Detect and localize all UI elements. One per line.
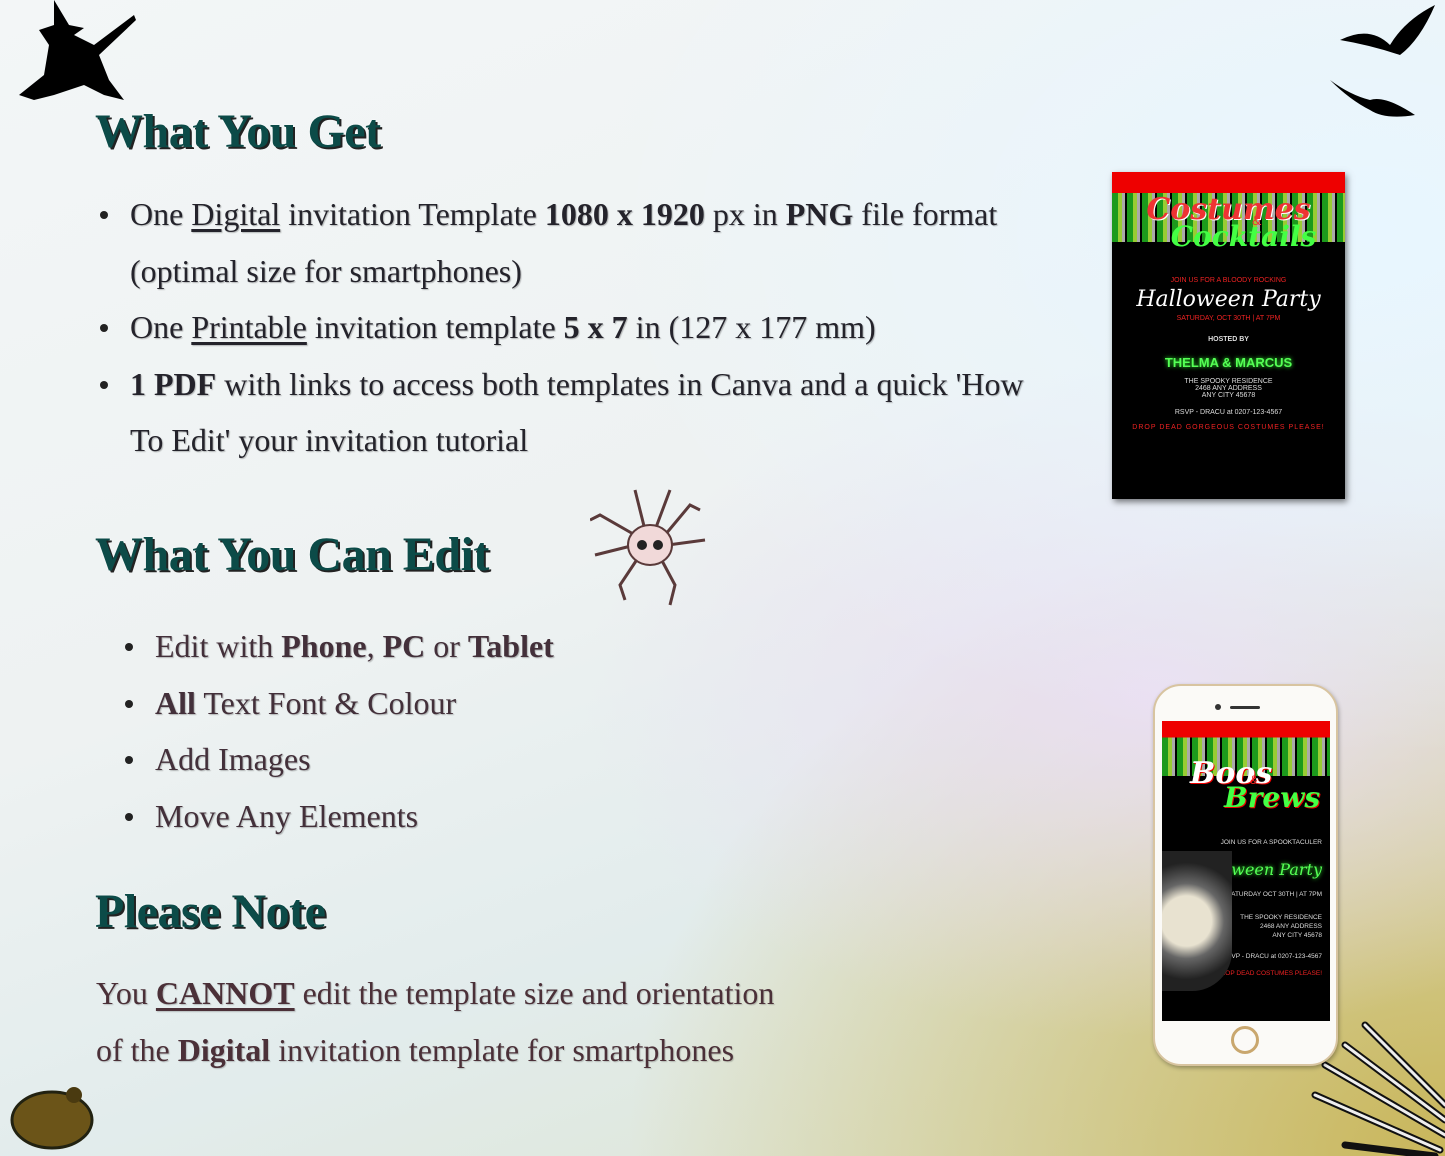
list-item: One Printable invitation template 5 x 7 …: [100, 299, 1030, 356]
list-item: Add Images: [125, 731, 855, 788]
list-item: One Digital invitation Template 1080 x 1…: [100, 186, 1030, 299]
invite-address: THE SPOOKY RESIDENCE: [1184, 378, 1273, 385]
invite-title-2: Brews: [1224, 781, 1321, 814]
invite-hosted-by: HOSTED BY: [1208, 336, 1249, 343]
speaker-icon: [1230, 706, 1260, 709]
invite-ampersand: &: [1252, 212, 1262, 228]
invite-intro: JOIN US FOR A BLOODY ROCKING: [1170, 277, 1287, 284]
spider-skull-icon: [590, 489, 706, 606]
invite-party: Halloween Party: [1136, 287, 1321, 312]
list-item: 1 PDF with links to access both template…: [100, 356, 1030, 469]
home-button-icon: [1231, 1026, 1259, 1054]
invite-address: 2468 ANY ADDRESS: [1195, 385, 1262, 392]
list-item: Edit with Phone, PC or Tablet: [125, 618, 855, 675]
invite-hosts: THELMA & MARCUS: [1164, 355, 1293, 370]
list-item: Move Any Elements: [125, 788, 855, 845]
witch-icon: [19, 0, 136, 100]
list-item: All Text Font & Colour: [125, 675, 855, 732]
bats-icon: [1330, 5, 1435, 117]
invite-address: ANY CITY 45678: [1201, 392, 1256, 399]
phone-mockup: Boos & Brews JOIN US FOR A SPOOKTACULER …: [1153, 684, 1338, 1066]
what-you-get-list: One Digital invitation Template 1080 x 1…: [100, 186, 1030, 469]
invite-intro: JOIN US FOR A SPOOKTACULER: [1220, 839, 1322, 846]
digital-invitation-preview: Boos & Brews JOIN US FOR A SPOOKTACULER …: [1162, 721, 1330, 1021]
skull-glass-image: [1162, 851, 1232, 991]
invite-title-2: Cocktails: [1170, 220, 1317, 253]
invite-footer: DROP DEAD GORGEOUS COSTUMES PLEASE!: [1132, 424, 1325, 431]
camera-icon: [1215, 704, 1221, 710]
section-title-what-you-get: What You Get: [95, 105, 381, 158]
section-title-please-note: Please Note: [95, 885, 326, 938]
invite-rsvp: RSVP - DRACU at 0207-123-4567: [1174, 409, 1283, 416]
frog-icon: [10, 1087, 94, 1150]
section-title-what-you-can-edit: What You Can Edit: [95, 528, 489, 581]
note-text: You CANNOT edit the template size and or…: [96, 975, 775, 1068]
what-you-can-edit-list: Edit with Phone, PC or Tablet All Text F…: [125, 618, 855, 845]
printable-invitation-preview: Costumes Cocktails & JOIN US FOR A BLOOD…: [1112, 172, 1345, 499]
invite-date: SATURDAY, OCT 30TH | AT 7PM: [1176, 315, 1281, 322]
